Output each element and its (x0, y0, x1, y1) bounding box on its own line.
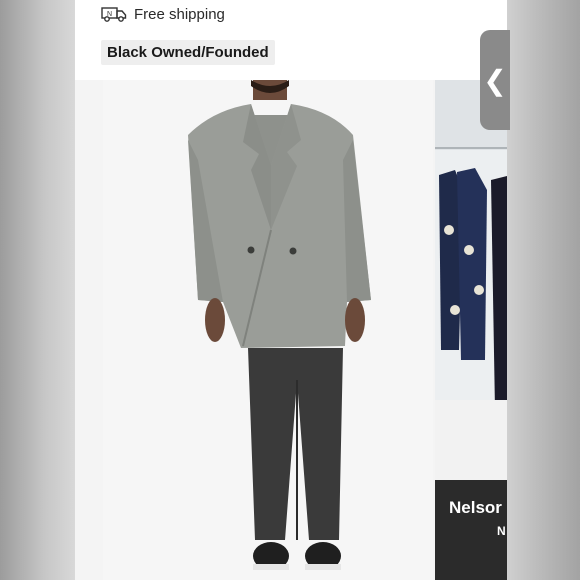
product-image-carousel[interactable]: Nelsor N (75, 80, 507, 580)
chevron-left-icon: ❮ (483, 64, 507, 96)
next-slide-caption: Nelsor (449, 498, 502, 517)
product-image-main[interactable] (103, 80, 433, 580)
free-shipping-label: Free shipping (134, 5, 225, 23)
product-photo-illustration (103, 80, 433, 580)
carousel-prev-button[interactable]: ❮ (480, 30, 510, 130)
product-page: N Free shipping Black Owned/Founded Nels… (75, 0, 507, 580)
delivery-truck-icon: N (101, 7, 127, 22)
free-shipping-row: N Free shipping (101, 4, 225, 24)
svg-text:N: N (107, 11, 112, 18)
black-owned-badge[interactable]: Black Owned/Founded (101, 40, 275, 65)
right-background-blur (507, 0, 580, 580)
next-slide-caption-secondary: N (497, 524, 506, 538)
left-background-blur (0, 0, 75, 580)
product-image-next[interactable]: Nelsor N (435, 80, 507, 580)
